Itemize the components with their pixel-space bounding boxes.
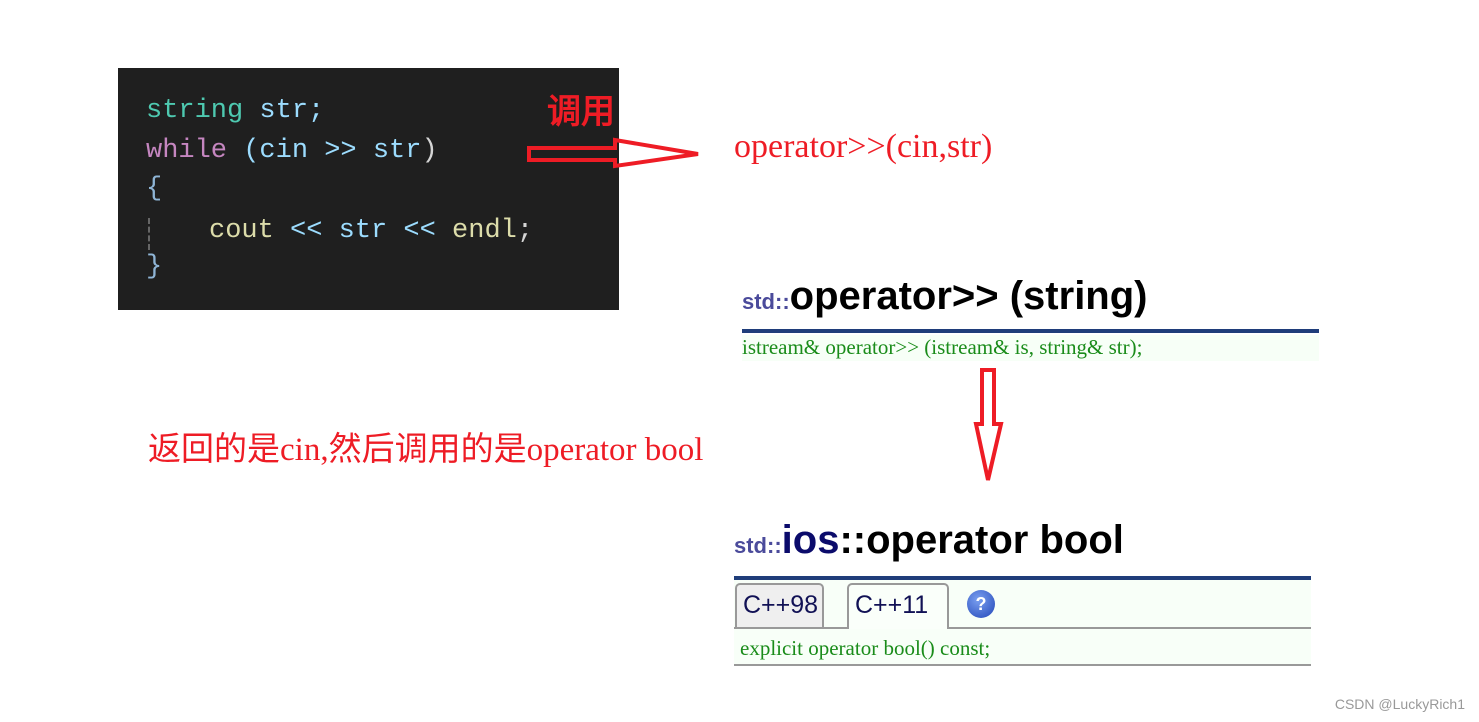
type-keyword: string xyxy=(146,96,244,126)
watermark: CSDN @LuckyRich1 xyxy=(1334,696,1465,712)
endl: endl xyxy=(452,216,517,246)
semicolon: ; xyxy=(516,216,534,246)
code-line-5: } xyxy=(146,252,163,282)
tab-divider xyxy=(734,627,1311,629)
ref2-declaration: explicit operator bool() const; xyxy=(740,636,991,660)
class-name: ios xyxy=(781,518,840,562)
call-result: operator>>(cin,str) xyxy=(734,128,993,165)
right-arrow-icon xyxy=(527,137,699,169)
var: str xyxy=(338,216,388,246)
return-note: 返回的是cin,然后调用的是operator bool xyxy=(148,432,704,468)
code-line-2: while (cin >> str) xyxy=(146,134,438,168)
code-line-1: string str; xyxy=(146,94,324,128)
cout: cout xyxy=(209,216,274,246)
ref1-title: operator>> (string) xyxy=(789,274,1148,318)
panel-bottom-border xyxy=(734,664,1311,666)
namespace-prefix: std:: xyxy=(742,289,790,314)
code-line-3: { xyxy=(146,174,163,204)
tab-cpp98[interactable]: C++98 xyxy=(735,583,824,627)
question-mark-icon[interactable]: ? xyxy=(967,590,995,618)
while-keyword: while xyxy=(146,136,228,166)
op: << xyxy=(273,216,339,246)
paren: ) xyxy=(421,136,438,166)
ref2-title: ::operator bool xyxy=(839,518,1124,562)
call-label: 调用 xyxy=(547,94,615,131)
down-arrow-icon xyxy=(973,368,1004,481)
title-rule xyxy=(742,329,1319,333)
ref1-declaration: istream& operator>> (istream& is, string… xyxy=(742,335,1319,361)
op: << xyxy=(387,216,453,246)
var: str xyxy=(356,136,422,166)
var: str; xyxy=(243,96,325,126)
ref2-heading: std::ios::operator bool xyxy=(734,518,1124,563)
code-line-4: cout << str << endl; xyxy=(209,214,533,248)
ref1-heading: std::operator>> (string) xyxy=(742,274,1148,319)
namespace-prefix: std:: xyxy=(734,533,782,558)
operator: >> xyxy=(324,136,357,166)
tab-cpp11[interactable]: C++11 xyxy=(847,583,949,629)
code-block: string str; while (cin >> str) { cout <<… xyxy=(118,68,619,310)
indent-guide xyxy=(148,218,152,250)
cin: (cin xyxy=(227,136,325,166)
